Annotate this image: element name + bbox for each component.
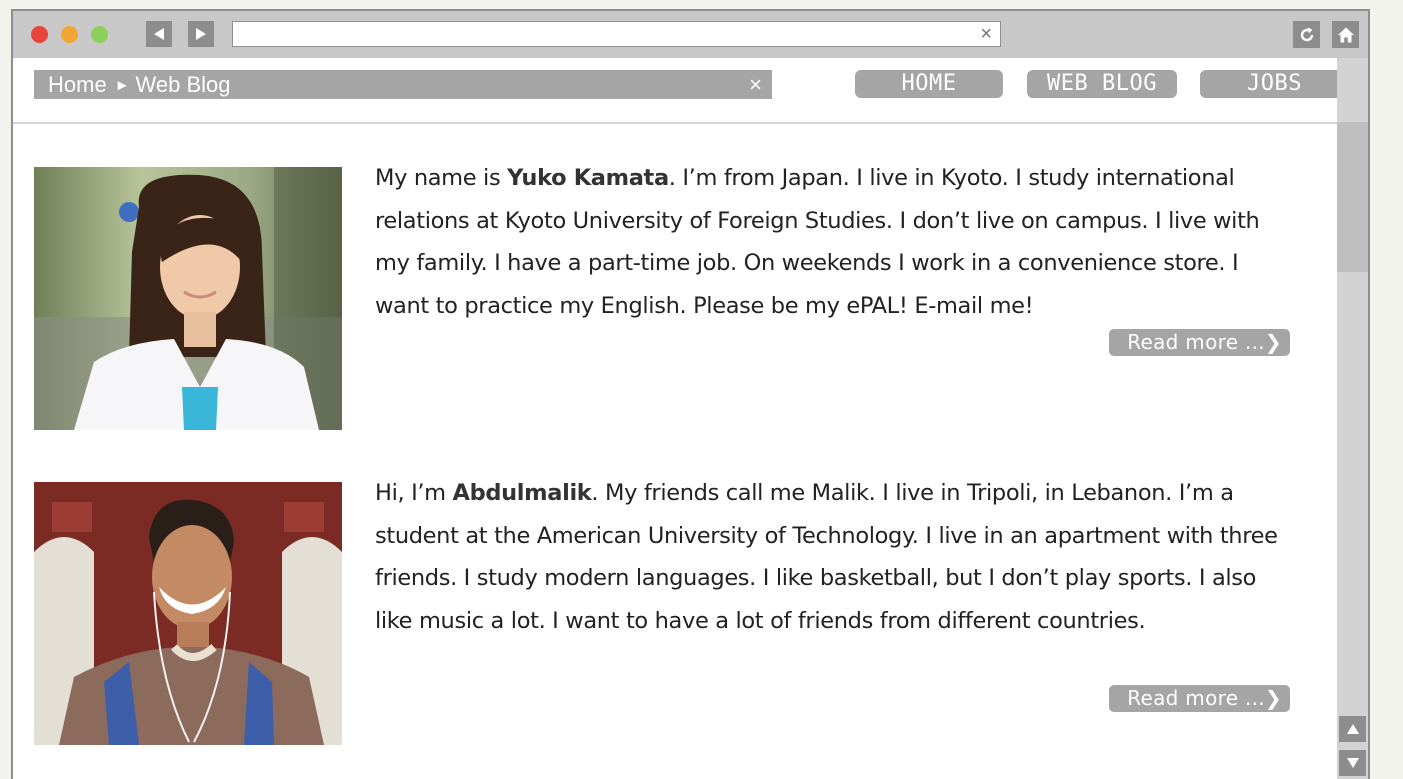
tab-jobs[interactable]: JOBS [1200,70,1349,98]
arrow-left-icon [154,28,164,40]
browser-toolbar: × [13,11,1368,59]
arrow-right-icon [196,28,206,40]
home-icon [1337,27,1354,42]
back-button[interactable] [146,21,172,47]
read-more-button[interactable]: Read more ...❯ [1109,329,1290,356]
browser-window: × Home ► Web Blog × HOME WEB BLOG JOBS M… [11,9,1370,779]
home-button[interactable] [1332,21,1359,48]
breadcrumb-current: Web Blog [135,72,231,97]
author-name: Abdulmalik [452,480,592,506]
post-intro: My name is [375,165,508,191]
breadcrumb-home-link[interactable]: Home [48,72,107,97]
reload-button[interactable] [1293,21,1320,48]
clear-address-icon[interactable]: × [980,23,992,45]
arrow-up-icon [1346,724,1359,734]
vertical-scrollbar[interactable] [1337,58,1368,779]
minimize-window-icon[interactable] [61,26,78,43]
arrow-down-icon [1346,758,1359,768]
site-navigation: Home ► Web Blog × HOME WEB BLOG JOBS [13,58,1368,124]
scrollbar-thumb[interactable] [1337,122,1368,272]
breadcrumb-close-icon[interactable]: × [749,70,762,99]
profile-photo-yuko [34,167,342,430]
profile-photo-abdulmalik [34,482,342,745]
author-name: Yuko Kamata [507,165,669,191]
read-more-button[interactable]: Read more ...❯ [1109,685,1290,712]
breadcrumb: Home ► Web Blog × [34,70,772,99]
maximize-window-icon[interactable] [91,26,108,43]
post-intro: Hi, I’m [375,480,453,506]
forward-button[interactable] [188,21,214,47]
scroll-up-button[interactable] [1339,716,1366,742]
tab-web-blog[interactable]: WEB BLOG [1027,70,1177,98]
post-text-abdulmalik: Hi, I’m Abdulmalik. My friends call me M… [375,472,1295,642]
scroll-down-button[interactable] [1339,750,1366,776]
post-text-yuko: My name is Yuko Kamata. I’m from Japan. … [375,157,1295,327]
close-window-icon[interactable] [31,26,48,43]
breadcrumb-separator-icon: ► [114,77,130,94]
address-bar[interactable]: × [232,21,1001,47]
tab-home[interactable]: HOME [855,70,1003,98]
reload-icon [1300,27,1313,41]
